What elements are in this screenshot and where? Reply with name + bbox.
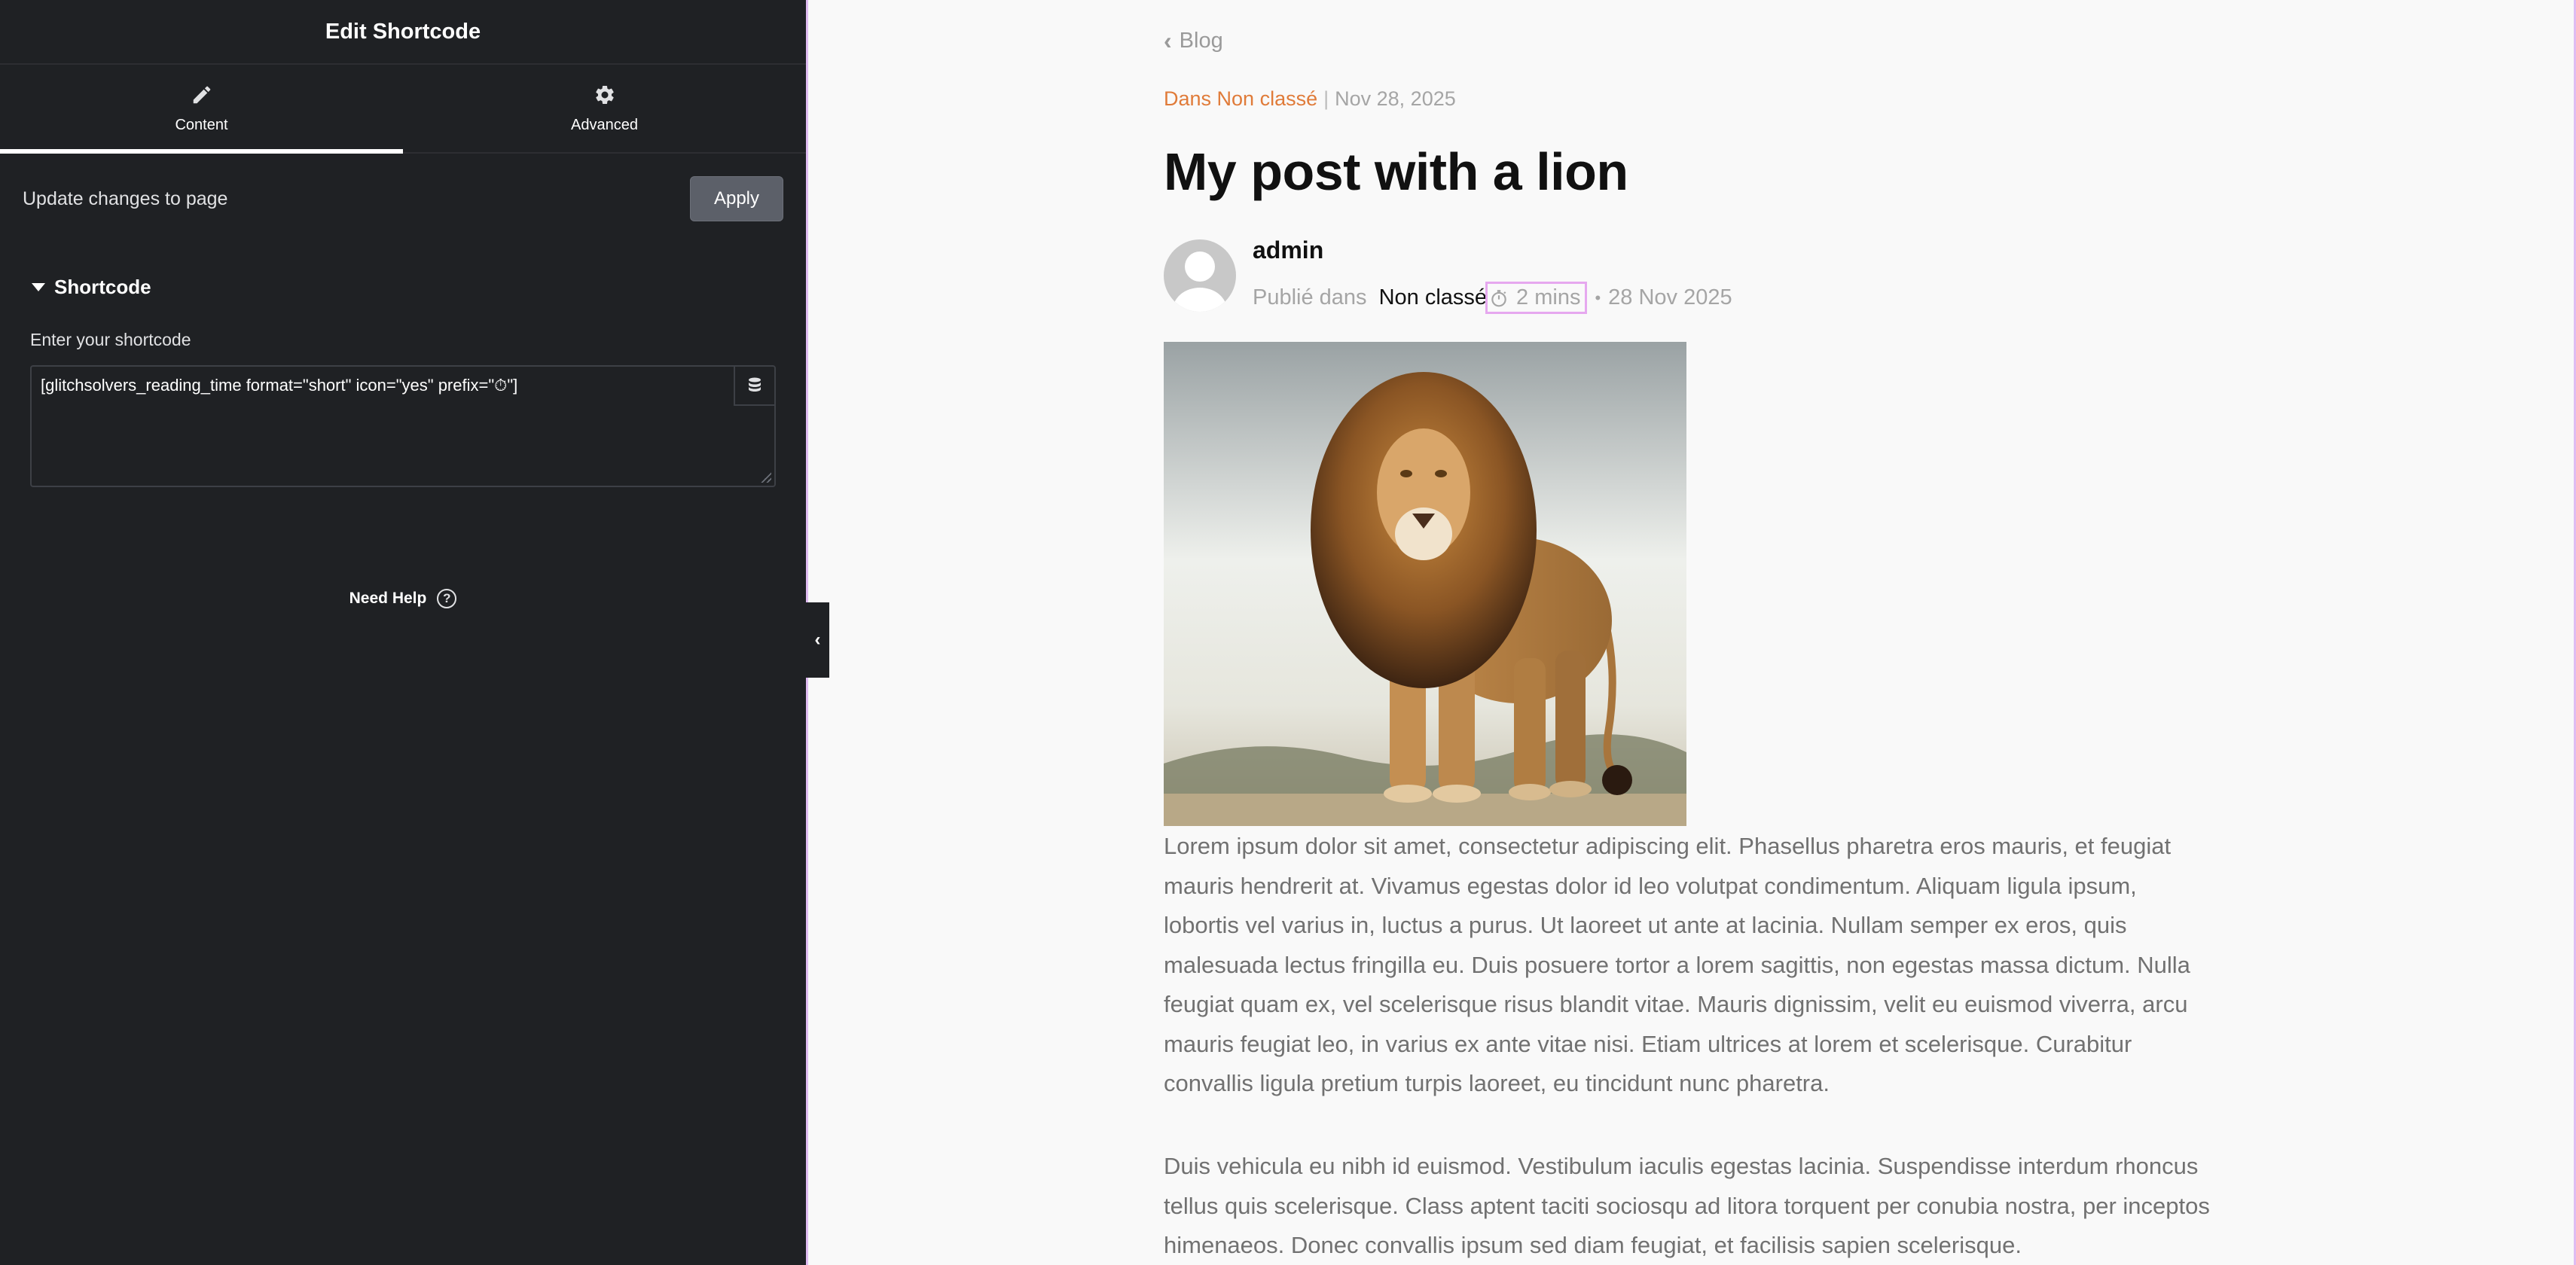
gear-icon [595,85,614,104]
post-title: My post with a lion [1164,142,1628,201]
post-paragraph: Lorem ipsum dolor sit amet, consectetur … [1164,833,2190,1096]
tab-advanced-label: Advanced [571,116,638,133]
question-circle-icon: ? [437,589,457,608]
stopwatch-icon [1491,289,1506,306]
collapse-panel-button[interactable]: ‹ [806,602,829,678]
post-date: Nov 28, 2025 [1335,87,1456,110]
back-to-blog-link[interactable]: ‹ Blog [1164,27,1223,55]
reading-time-value: 2 mins [1516,285,1581,309]
back-link-label: Blog [1179,29,1223,53]
tab-content-label: Content [175,116,228,133]
chevron-left-icon: ‹ [1164,27,1172,54]
byline-separator: • [1595,288,1601,307]
update-row: Update changes to page Apply [0,154,806,244]
post-paragraph: Duis vehicula eu nibh id euismod. Vestib… [1164,1153,2210,1258]
dynamic-tags-button[interactable] [734,367,774,406]
category-link[interactable]: Dans Non classé [1164,87,1317,110]
need-help-label: Need Help [349,590,427,607]
panel-title: Edit Shortcode [325,19,481,44]
resize-grip[interactable] [761,472,771,483]
shortcode-textarea[interactable]: [glitchsolvers_reading_time format="shor… [30,365,776,487]
meta-separator: | [1323,87,1329,110]
byline-date: 28 Nov 2025 [1608,285,1732,309]
author-name[interactable]: admin [1253,236,1323,264]
shortcode-field-label: Enter your shortcode [30,330,191,349]
update-changes-label: Update changes to page [23,187,228,209]
tab-content[interactable]: Content [0,65,403,154]
shortcode-value: [glitchsolvers_reading_time format="shor… [41,376,518,395]
need-help-link[interactable]: Need Help ? [0,589,806,608]
shortcode-section-toggle[interactable]: Shortcode [0,255,806,319]
byline-category-link[interactable]: Non classé [1379,285,1487,310]
pencil-icon [193,86,210,103]
post-byline: Publié dans Non classé 2 mins • 28 Nov 2… [1253,282,1732,314]
tab-advanced[interactable]: Advanced [403,65,806,152]
editor-panel: Edit Shortcode Content Advanced Update c… [0,0,806,1265]
section-title: Shortcode [54,275,151,298]
apply-button[interactable]: Apply [690,176,783,221]
panel-header: Edit Shortcode [0,0,806,65]
post-meta-top: Dans Non classé | Nov 28, 2025 [1164,87,1456,111]
caret-down-icon [32,282,45,291]
chevron-left-icon: ‹ [814,629,821,650]
avatar [1164,239,1236,312]
lion-image [1164,342,1686,826]
panel-tabs: Content Advanced [0,65,806,154]
database-icon [749,377,761,392]
published-in-label: Publié dans [1253,285,1367,309]
reading-time-widget[interactable]: 2 mins [1485,282,1588,314]
